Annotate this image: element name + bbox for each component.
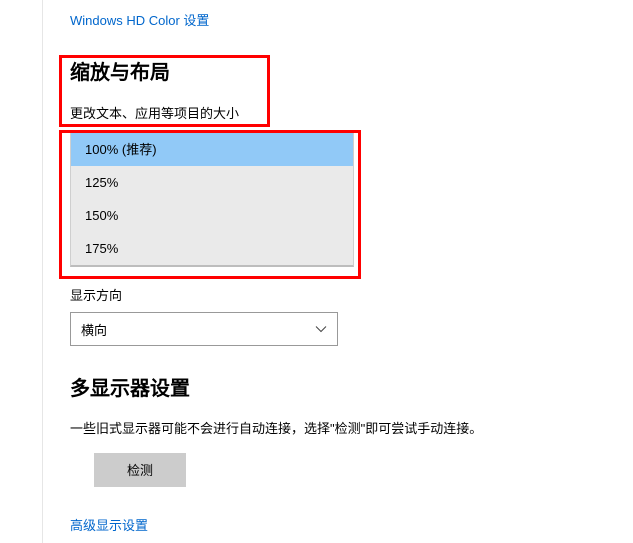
scale-option[interactable]: 125% — [71, 166, 353, 199]
display-settings-panel: Windows HD Color 设置 缩放与布局 更改文本、应用等项目的大小 … — [0, 0, 633, 535]
chevron-down-icon — [315, 323, 327, 335]
multi-monitor-description: 一些旧式显示器可能不会进行自动连接，选择"检测"即可尝试手动连接。 — [70, 419, 603, 439]
scale-dropdown-list[interactable]: 100% (推荐)125%150%175% — [70, 132, 354, 267]
scale-option[interactable]: 100% (推荐) — [71, 133, 353, 166]
orientation-label: 显示方向 — [70, 285, 603, 304]
scale-option[interactable]: 175% — [71, 232, 353, 265]
hd-color-settings-link[interactable]: Windows HD Color 设置 — [70, 10, 209, 29]
multi-monitor-heading: 多显示器设置 — [70, 372, 603, 401]
orientation-select[interactable]: 横向 — [70, 312, 338, 346]
detect-button[interactable]: 检测 — [94, 453, 186, 487]
advanced-display-settings-link[interactable]: 高级显示设置 — [70, 515, 148, 534]
scale-label: 更改文本、应用等项目的大小 — [70, 103, 603, 122]
scale-option[interactable]: 150% — [71, 199, 353, 232]
scale-layout-heading: 缩放与布局 — [70, 56, 603, 85]
orientation-value: 横向 — [81, 320, 107, 339]
